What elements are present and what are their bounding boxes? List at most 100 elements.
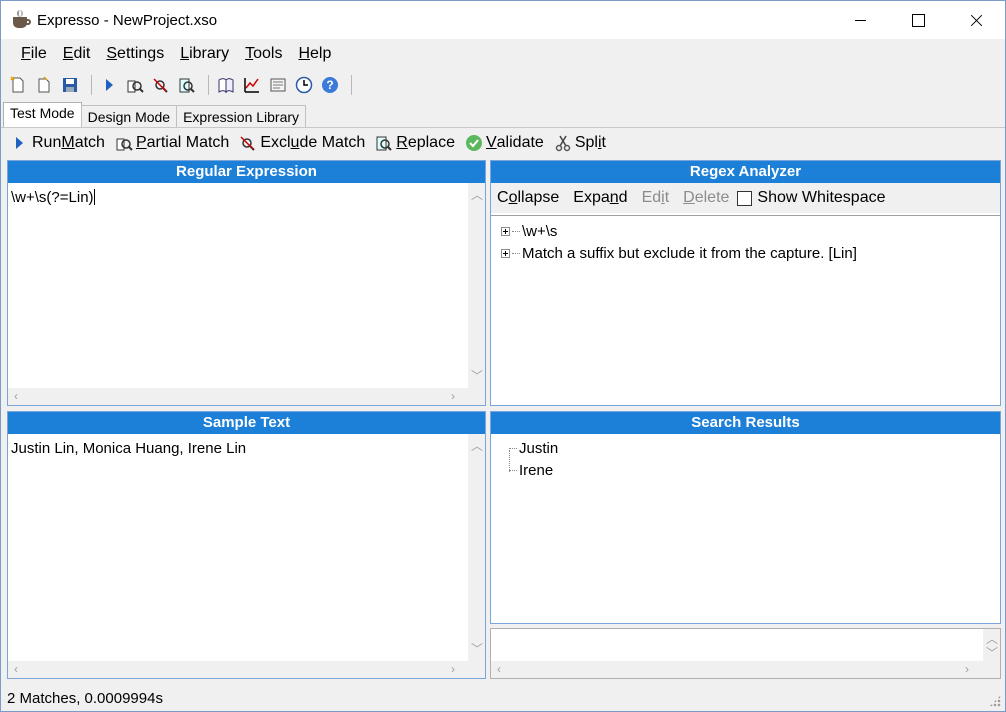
toolbar-separator (91, 75, 92, 95)
exclude-match-button[interactable]: Excl u de Match (239, 134, 365, 152)
collapse-button[interactable]: Collapse (497, 189, 559, 207)
panel-title-sample-text: Sample Text (8, 412, 485, 434)
scroll-up-icon[interactable]: ︿ (471, 440, 483, 452)
tab-expression-library[interactable]: Expression Library (176, 105, 307, 127)
action-bar: Run Match Partial Match Excl u de Match Re… (1, 129, 1005, 157)
validate-button[interactable]: Validate (465, 134, 544, 152)
tree-node[interactable]: Match a suffix but exclude it from the c… (501, 245, 857, 262)
text-caret (93, 189, 95, 205)
mode-tabs: Test Mode Design Mode Expression Library (3, 102, 307, 127)
menu-tools[interactable]: Tools (237, 45, 290, 63)
horizontal-scrollbar[interactable]: ‹ › (491, 661, 983, 678)
regular-expression-panel: Regular Expression \w+\s(?=Lin) ︿ ﹀ ‹ › (7, 160, 486, 406)
new-project-icon[interactable] (7, 74, 29, 96)
delete-button[interactable]: Delete (683, 189, 729, 207)
result-item[interactable]: Justin (509, 440, 558, 457)
result-item[interactable]: Irene (509, 462, 553, 479)
vertical-scrollbar[interactable]: ︿ ﹀ (468, 434, 485, 661)
checkmark-icon (465, 134, 483, 152)
scroll-left-icon[interactable]: ‹ (14, 390, 18, 402)
tree-node-label: Match a suffix but exclude it from the c… (522, 245, 857, 262)
run-match-button[interactable]: Run Match (11, 134, 105, 152)
scroll-left-icon[interactable]: ‹ (14, 663, 18, 675)
analyzer-toolbar: Collapse Expand Edit Delete Show Whitesp… (491, 183, 1000, 213)
status-text: 2 Matches, 0.0009994s (7, 690, 163, 707)
show-whitespace-label: Show Whitespace (757, 189, 886, 206)
partial-match-button[interactable]: Partial Match (115, 134, 229, 152)
run-match-icon[interactable] (98, 74, 120, 96)
scroll-up-icon[interactable]: ︿ (471, 189, 483, 201)
window-title: Expresso - NewProject.xso (37, 11, 218, 29)
scroll-down-icon[interactable]: ﹀ (986, 647, 998, 659)
help-icon[interactable]: ? (319, 74, 341, 96)
expand-node-icon[interactable] (501, 249, 510, 258)
result-detail-box[interactable]: ︿ ﹀ ‹ › (490, 628, 1001, 679)
search-results-panel: Search Results Justin Irene (490, 411, 1001, 624)
analyzer-tree[interactable]: \w+\s Match a suffix but exclude it from… (491, 215, 1000, 405)
menu-library[interactable]: Library (172, 45, 237, 63)
scroll-right-icon[interactable]: › (451, 663, 455, 675)
status-bar: 2 Matches, 0.0009994s (1, 687, 1005, 711)
menu-bar: File Edit Settings Library Tools Help (1, 39, 1005, 69)
scroll-right-icon[interactable]: › (965, 663, 969, 675)
replace-button[interactable]: Replace (375, 134, 455, 152)
scroll-up-icon[interactable]: ︿ (986, 633, 998, 645)
resize-grip-icon[interactable] (989, 695, 1001, 707)
regex-input[interactable]: \w+\s(?=Lin) ︿ ﹀ ‹ › (8, 183, 485, 405)
chart-analyze-icon[interactable] (241, 74, 263, 96)
coffee-cup-icon[interactable] (10, 9, 32, 31)
maximize-icon[interactable] (889, 1, 947, 39)
clock-icon[interactable] (293, 74, 315, 96)
panel-title-search-results: Search Results (491, 412, 1000, 434)
regex-value: \w+\s(?=Lin) (11, 189, 94, 206)
scroll-down-icon[interactable]: ﹀ (471, 370, 483, 382)
partial-match-icon[interactable] (124, 74, 146, 96)
regex-analyzer-panel: Regex Analyzer Collapse Expand Edit Dele… (490, 160, 1001, 406)
results-tree[interactable]: Justin Irene (491, 434, 1000, 623)
edit-button[interactable]: Edit (642, 189, 670, 207)
toolbar-separator (351, 75, 352, 95)
scroll-down-icon[interactable]: ﹀ (471, 643, 483, 655)
toolbar: ? (1, 69, 1005, 101)
vertical-scrollbar[interactable]: ︿ ﹀ (468, 183, 485, 388)
close-icon[interactable] (947, 1, 1005, 39)
panel-title-regular-expression: Regular Expression (8, 161, 485, 183)
result-label: Justin (519, 440, 559, 457)
document-icon[interactable] (267, 74, 289, 96)
toolbar-separator (208, 75, 209, 95)
menu-edit[interactable]: Edit (55, 45, 99, 63)
sample-text-input[interactable]: Justin Lin, Monica Huang, Irene Lin ︿ ﹀ … (8, 434, 485, 678)
result-label: Irene (519, 462, 554, 479)
exclude-match-icon[interactable] (150, 74, 172, 96)
tab-divider (1, 127, 1005, 128)
minimize-icon[interactable] (831, 1, 889, 39)
partial-match-icon (115, 134, 133, 152)
scissors-icon (554, 134, 572, 152)
play-icon (11, 134, 29, 152)
horizontal-scrollbar[interactable]: ‹ › (8, 388, 485, 405)
panel-title-regex-analyzer: Regex Analyzer (491, 161, 1000, 183)
scroll-right-icon[interactable]: › (451, 390, 455, 402)
tree-node-label: \w+\s (522, 223, 558, 240)
title-bar: Expresso - NewProject.xso (1, 1, 1005, 39)
sample-text-panel: Sample Text Justin Lin, Monica Huang, Ir… (7, 411, 486, 679)
open-project-icon[interactable] (33, 74, 55, 96)
save-icon[interactable] (59, 74, 81, 96)
tab-design-mode[interactable]: Design Mode (80, 105, 178, 127)
library-book-icon[interactable] (215, 74, 237, 96)
vertical-scrollbar[interactable]: ︿ ﹀ (983, 629, 1000, 678)
menu-help[interactable]: Help (290, 45, 339, 63)
replace-icon[interactable] (176, 74, 198, 96)
replace-icon (375, 134, 393, 152)
horizontal-scrollbar[interactable]: ‹ › (8, 661, 485, 678)
tree-node[interactable]: \w+\s (501, 223, 557, 240)
expand-node-icon[interactable] (501, 227, 510, 236)
menu-settings[interactable]: Settings (98, 45, 172, 63)
svg-text:?: ? (326, 78, 333, 92)
scroll-left-icon[interactable]: ‹ (497, 663, 501, 675)
expand-button[interactable]: Expand (573, 189, 627, 207)
tab-test-mode[interactable]: Test Mode (3, 102, 82, 127)
menu-file[interactable]: File (13, 45, 55, 63)
show-whitespace-checkbox[interactable] (737, 190, 753, 206)
split-button[interactable]: Spl i t (554, 134, 606, 152)
